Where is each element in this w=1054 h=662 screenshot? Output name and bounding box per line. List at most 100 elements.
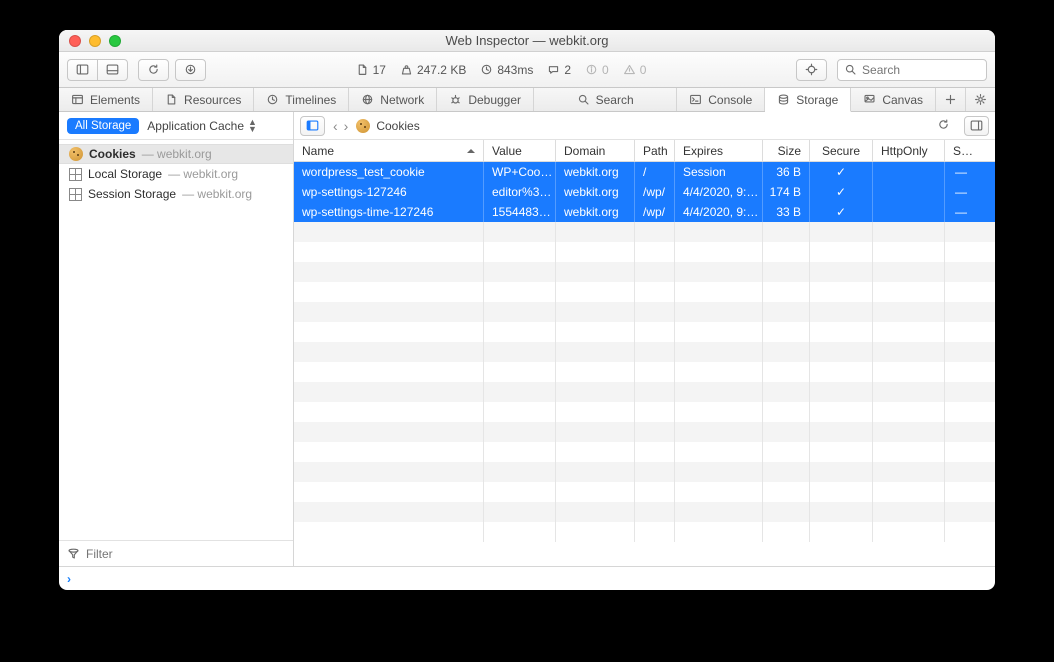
sidebar-item-label: Session Storage — [88, 187, 176, 201]
tab-elements[interactable]: Elements — [59, 88, 153, 111]
nav-back-button[interactable]: ‹ — [333, 119, 338, 133]
cell-path: /wp/ — [635, 182, 675, 202]
clock-icon — [480, 63, 493, 76]
element-picker-button[interactable] — [796, 59, 827, 81]
dock-side-segmented — [67, 59, 128, 81]
tab-search[interactable]: Search — [534, 88, 677, 111]
tab-label: Canvas — [882, 93, 923, 107]
elements-icon — [71, 93, 84, 106]
download-button[interactable] — [175, 59, 206, 81]
stat-warn-value: 0 — [640, 63, 647, 77]
stat-info[interactable]: 0 — [583, 63, 611, 77]
table-body[interactable]: wordpress_test_cookieWP+Coo…webkit.org/S… — [294, 162, 995, 566]
sidebar-item-local-storage[interactable]: Local Storage — webkit.org — [59, 164, 293, 184]
dock-bottom-button[interactable] — [97, 59, 128, 81]
table-row-empty — [294, 222, 995, 242]
table-row-empty — [294, 262, 995, 282]
col-secure[interactable]: Secure — [810, 140, 873, 161]
reload-icon — [937, 118, 950, 131]
scope-filter-select[interactable]: Application Cache ▲▼ — [147, 119, 257, 133]
table-row-empty — [294, 242, 995, 262]
tab-resources[interactable]: Resources — [153, 88, 254, 111]
right-panel-icon — [970, 119, 983, 132]
col-samesite[interactable]: S… — [945, 140, 977, 161]
stat-info-value: 0 — [602, 63, 609, 77]
tab-console[interactable]: Console — [677, 88, 765, 111]
zoom-window-button[interactable] — [109, 35, 121, 47]
col-expires[interactable]: Expires — [675, 140, 763, 161]
tab-canvas[interactable]: Canvas — [851, 88, 936, 111]
close-window-button[interactable] — [69, 35, 81, 47]
sidebar-item-sub: — webkit.org — [182, 187, 252, 201]
reload-button[interactable] — [138, 59, 169, 81]
tab-timelines[interactable]: Timelines — [254, 88, 349, 111]
stat-time: 843ms — [478, 63, 535, 77]
table-row-empty — [294, 362, 995, 382]
global-search[interactable] — [837, 59, 987, 81]
titlebar: Web Inspector — webkit.org — [59, 30, 995, 52]
new-tab-button[interactable] — [936, 88, 966, 111]
toggle-left-sidebar-button[interactable] — [300, 116, 325, 136]
refresh-button[interactable] — [937, 118, 950, 134]
cookie-icon — [69, 147, 83, 161]
cell-domain: webkit.org — [556, 162, 635, 182]
col-httponly[interactable]: HttpOnly — [873, 140, 945, 161]
grid-icon — [69, 188, 82, 201]
cookie-icon — [356, 119, 370, 133]
table-row-empty — [294, 442, 995, 462]
sidebar-item-session-storage[interactable]: Session Storage — webkit.org — [59, 184, 293, 204]
global-search-input[interactable] — [862, 63, 980, 77]
table-row-empty — [294, 462, 995, 482]
stat-documents: 17 — [354, 63, 388, 77]
table-row[interactable]: wordpress_test_cookieWP+Coo…webkit.org/S… — [294, 162, 995, 182]
breadcrumb[interactable]: Cookies — [356, 119, 419, 133]
tab-label: Console — [708, 93, 752, 107]
stat-transfer: 247.2 KB — [398, 63, 468, 77]
col-path[interactable]: Path — [635, 140, 675, 161]
minimize-window-button[interactable] — [89, 35, 101, 47]
network-icon — [361, 93, 374, 106]
tab-debugger[interactable]: Debugger — [437, 88, 534, 111]
settings-button[interactable] — [966, 88, 995, 111]
table-row[interactable]: wp-settings-time-1272461554483…webkit.or… — [294, 202, 995, 222]
stat-time-value: 843ms — [497, 63, 533, 77]
chevron-right-icon: › — [67, 572, 71, 586]
tab-network[interactable]: Network — [349, 88, 437, 111]
nav-forward-button[interactable]: › — [344, 119, 349, 133]
cell-name: wp-settings-time-127246 — [294, 202, 484, 222]
dock-left-button[interactable] — [67, 59, 97, 81]
cell-s: — — [945, 162, 977, 182]
col-domain[interactable]: Domain — [556, 140, 635, 161]
breadcrumb-label: Cookies — [376, 119, 419, 133]
sidebar-item-sub: — webkit.org — [142, 147, 212, 161]
col-name[interactable]: Name — [294, 140, 484, 161]
sidebar-filter[interactable] — [59, 540, 293, 566]
cell-secure: ✓ — [810, 182, 873, 202]
table-row-empty — [294, 502, 995, 522]
sidebar-filter-input[interactable] — [86, 547, 285, 561]
tab-label: Search — [596, 93, 634, 107]
sidebar-item-cookies[interactable]: Cookies — webkit.org — [59, 144, 293, 164]
toolbar: 17 247.2 KB 843ms 2 0 0 — [59, 52, 995, 88]
table-row-empty — [294, 342, 995, 362]
warning-icon — [623, 63, 636, 76]
cell-value: WP+Coo… — [484, 162, 556, 182]
col-size[interactable]: Size — [763, 140, 810, 161]
toggle-right-sidebar-button[interactable] — [964, 116, 989, 136]
scope-all-storage[interactable]: All Storage — [67, 118, 139, 134]
console-prompt[interactable]: › — [59, 566, 995, 590]
stat-logs[interactable]: 2 — [545, 63, 573, 77]
sidebar-item-label: Local Storage — [88, 167, 162, 181]
target-icon — [805, 63, 818, 76]
document-icon — [356, 63, 369, 76]
main: ‹ › Cookies Name Value — [294, 112, 995, 566]
cookies-table: Name Value Domain Path Expires Size Secu… — [294, 140, 995, 566]
tab-label: Resources — [184, 93, 241, 107]
table-row[interactable]: wp-settings-127246editor%3…webkit.org/wp… — [294, 182, 995, 202]
stat-warn[interactable]: 0 — [621, 63, 649, 77]
tab-storage[interactable]: Storage — [765, 88, 851, 112]
cell-httponly — [873, 202, 945, 222]
col-value[interactable]: Value — [484, 140, 556, 161]
table-header: Name Value Domain Path Expires Size Secu… — [294, 140, 995, 162]
cell-path: /wp/ — [635, 202, 675, 222]
